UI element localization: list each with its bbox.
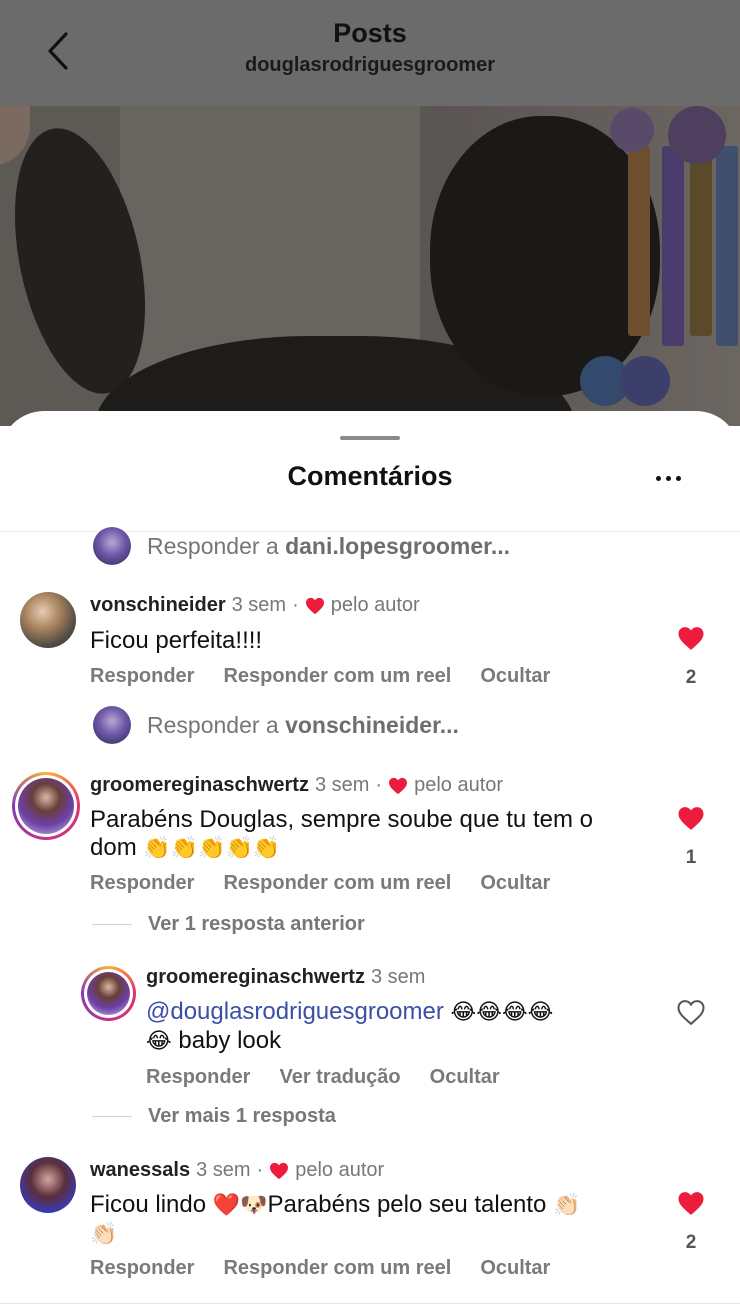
hide-button[interactable]: Ocultar <box>480 872 550 895</box>
avatar <box>87 972 130 1015</box>
mention-link[interactable]: @douglasrodriguesgroomer <box>146 998 444 1025</box>
comment-meta: vonschineider 3 sem · pelo autor <box>90 594 420 617</box>
heart-dog-emoji: ❤️🐶 <box>212 1193 268 1218</box>
comment-meta: wanessals 3 sem · pelo autor <box>90 1159 385 1182</box>
comment-actions: Responder Ver tradução Ocultar <box>146 1066 529 1089</box>
reply-prompt[interactable]: Responder a vonschineider... <box>93 705 459 745</box>
sheet-grabber[interactable] <box>340 436 400 440</box>
view-more-replies[interactable]: Ver mais 1 resposta <box>92 1105 336 1128</box>
comment-meta: groomereginaschwertz 3 sem · pelo autor <box>90 774 504 797</box>
laughing-emoji: 😂 <box>146 1029 172 1054</box>
more-options-button[interactable] <box>648 463 688 493</box>
comment-time: 3 sem <box>370 966 426 988</box>
reply-prompt-text: Responder a dani.lopesgroomer... <box>147 532 511 559</box>
clapping-emoji: 👏🏻 <box>553 1193 581 1218</box>
comment-actions: Responder Responder com um reel Ocultar <box>90 872 579 895</box>
comment-username[interactable]: wanessals <box>90 1159 190 1182</box>
like-button[interactable] <box>671 618 711 658</box>
heart-filled-icon <box>678 1191 704 1215</box>
reply-prompt-text: Responder a vonschineider... <box>147 711 459 738</box>
reply-with-reel-button[interactable]: Responder com um reel <box>223 665 451 688</box>
like-button[interactable] <box>671 798 711 838</box>
avatar <box>18 778 74 834</box>
hide-button[interactable]: Ocultar <box>430 1066 500 1089</box>
avatar-story-ring[interactable] <box>12 772 80 840</box>
clapping-emoji: 👏👏👏👏👏 <box>143 836 281 861</box>
comments-sheet: Comentários Responder a dani.lopesgroome… <box>0 411 740 1310</box>
comment-username[interactable]: groomereginaschwertz <box>90 774 309 797</box>
photo-dog-head <box>430 116 660 396</box>
photo-rosette <box>620 356 670 406</box>
like-count: 1 <box>685 847 697 868</box>
comment-text: Ficou lindo ❤️🐶Parabéns pelo seu talento… <box>90 1191 581 1247</box>
photo-ribbon <box>690 156 712 336</box>
reply-button[interactable]: Responder <box>90 665 194 688</box>
reply-with-reel-button[interactable]: Responder com um reel <box>223 1257 451 1280</box>
laughing-emoji: 😂😂😂😂 <box>450 1000 554 1025</box>
hide-button[interactable]: Ocultar <box>480 665 550 688</box>
photo-ribbon <box>662 146 684 346</box>
comment-text: @douglasrodriguesgroomer 😂😂😂😂 😂 baby loo… <box>146 998 554 1054</box>
page-subtitle[interactable]: douglasrodriguesgroomer <box>0 54 740 77</box>
like-button[interactable] <box>671 1183 711 1223</box>
author-badge: pelo autor <box>330 594 420 616</box>
avatar <box>93 706 131 744</box>
clapping-emoji: 👏🏻 <box>90 1222 118 1247</box>
heart-filled-icon <box>388 777 408 795</box>
avatar <box>93 527 131 565</box>
like-count: 2 <box>685 1232 697 1253</box>
avatar[interactable] <box>20 1157 76 1213</box>
reply-button[interactable]: Responder <box>146 1066 250 1089</box>
heart-filled-icon <box>305 597 325 615</box>
heart-filled-icon <box>269 1162 289 1180</box>
comment-time: 3 sem <box>314 774 370 796</box>
heart-outline-icon <box>677 999 705 1025</box>
photo-rosette <box>668 106 726 164</box>
reply-button[interactable]: Responder <box>90 1257 194 1280</box>
reply-prompt[interactable]: Responder a dani.lopesgroomer... <box>93 526 510 566</box>
sheet-title: Comentários <box>287 461 453 491</box>
author-badge: pelo autor <box>414 774 504 796</box>
avatar-story-ring[interactable] <box>81 966 136 1021</box>
comment-time: 3 sem <box>231 594 287 616</box>
heart-filled-icon <box>678 626 704 650</box>
comment-meta: groomereginaschwertz 3 sem <box>146 966 425 989</box>
comment-text: Parabéns Douglas, sempre soube que tu te… <box>90 806 593 861</box>
top-header: Posts douglasrodriguesgroomer <box>0 0 740 106</box>
divider <box>0 1303 740 1304</box>
heart-filled-icon <box>678 806 704 830</box>
author-badge: pelo autor <box>295 1159 385 1181</box>
comment-time: 3 sem <box>196 1159 251 1181</box>
avatar[interactable] <box>20 592 76 648</box>
comment-username[interactable]: groomereginaschwertz <box>146 966 365 989</box>
translate-button[interactable]: Ver tradução <box>279 1066 400 1089</box>
photo-rosette <box>610 108 654 152</box>
more-icon <box>655 475 661 481</box>
reply-with-reel-button[interactable]: Responder com um reel <box>223 872 451 895</box>
reply-button[interactable]: Responder <box>90 872 194 895</box>
post-photo <box>0 106 740 426</box>
hide-button[interactable]: Ocultar <box>480 1257 550 1280</box>
comment-actions: Responder Responder com um reel Ocultar <box>90 1257 579 1280</box>
comment-username[interactable]: vonschineider <box>90 594 226 617</box>
page-title: Posts <box>333 18 407 48</box>
comment-text: Ficou perfeita!!!! <box>90 627 263 654</box>
like-count: 2 <box>685 667 697 688</box>
photo-ribbon <box>716 146 738 346</box>
comment-actions: Responder Responder com um reel Ocultar <box>90 665 579 688</box>
like-button[interactable] <box>671 992 711 1032</box>
view-previous-replies[interactable]: Ver 1 resposta anterior <box>92 913 365 936</box>
photo-ribbon <box>628 146 650 336</box>
